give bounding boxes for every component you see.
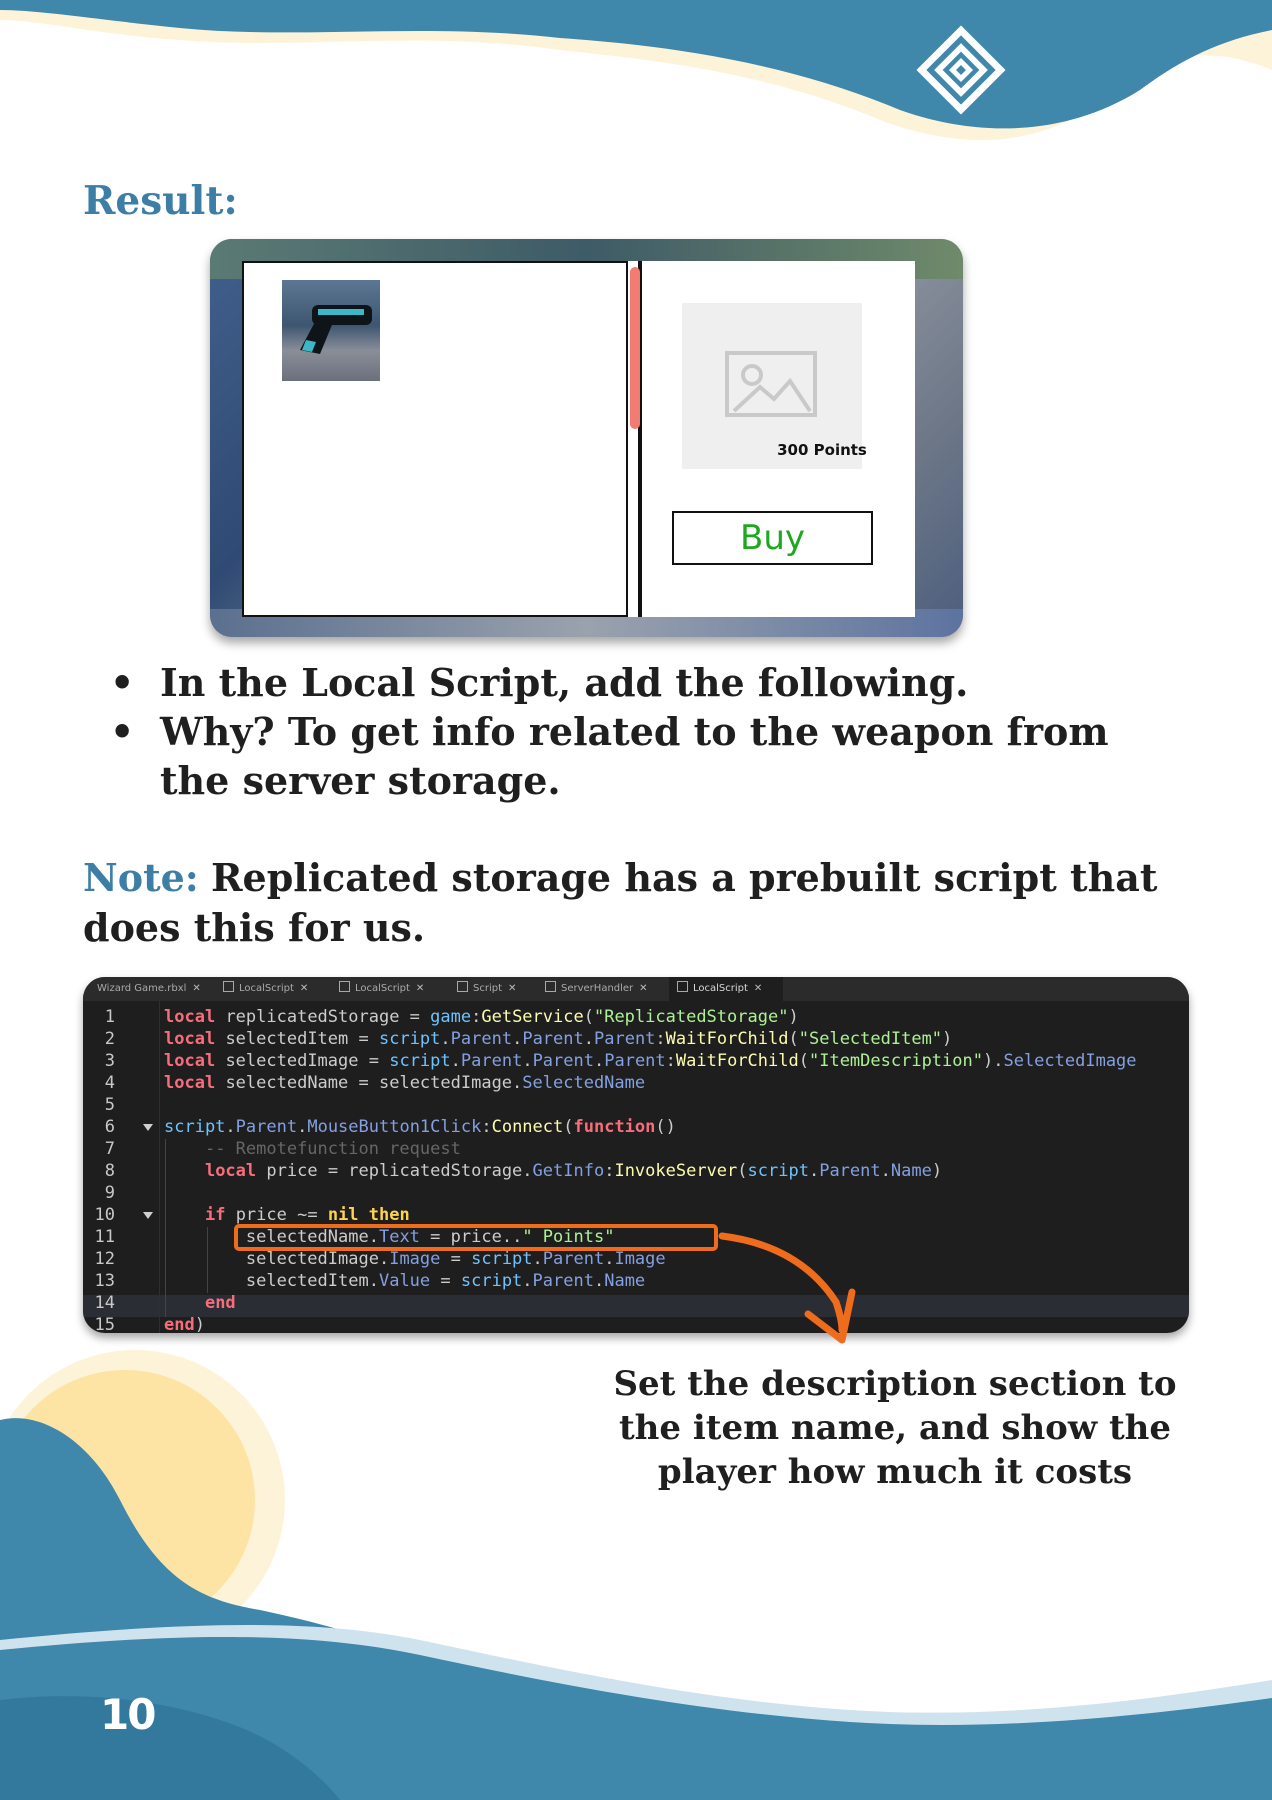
local-script-icon: [677, 981, 688, 992]
tab-label: LocalScript: [355, 983, 410, 994]
annotation-text: Set the description section to the item …: [613, 1364, 1177, 1492]
code-line[interactable]: local selectedItem = script.Parent.Paren…: [164, 1029, 952, 1049]
tab-wizard-game[interactable]: Wizard Game.rbxl ✕: [97, 977, 207, 1001]
list-scrollbar-thumb[interactable]: [630, 267, 640, 429]
weapon-thumbnail[interactable]: [282, 280, 380, 381]
line-number: 5: [104, 1095, 115, 1115]
current-line-highlight: [83, 1295, 1189, 1317]
tab-localscript-active[interactable]: LocalScript ✕: [669, 977, 783, 1001]
tab-localscript-1[interactable]: LocalScript ✕: [223, 977, 323, 1001]
bullet-item-1: • In the Local Script, add the following…: [110, 658, 1160, 707]
line-number: 7: [104, 1139, 115, 1159]
close-icon[interactable]: ✕: [192, 983, 200, 994]
line-number: 12: [94, 1249, 115, 1269]
code-line[interactable]: end): [164, 1315, 205, 1333]
shop-screenshot: 300 Points Buy: [210, 239, 963, 637]
code-line[interactable]: local selectedName = selectedImage.Selec…: [164, 1073, 645, 1093]
top-wave-blue: [0, 0, 1272, 129]
bullet-dot: •: [110, 709, 135, 754]
close-icon[interactable]: ✕: [639, 983, 647, 994]
fold-toggle-icon[interactable]: [143, 1124, 153, 1131]
line-number: 9: [104, 1183, 115, 1203]
code-line[interactable]: -- Remotefunction request: [164, 1139, 461, 1159]
result-heading: Result:: [83, 178, 238, 224]
note-label: Note:: [83, 855, 199, 900]
script-icon: [545, 981, 556, 992]
bullet-item-2: • Why? To get info related to the weapon…: [110, 707, 1160, 805]
line-number: 13: [94, 1271, 115, 1291]
line-number: 6: [104, 1117, 115, 1137]
line-number: 14: [94, 1293, 115, 1313]
tab-label: LocalScript: [239, 983, 294, 994]
tab-label: LocalScript: [693, 983, 748, 994]
line-number: 15: [94, 1315, 115, 1333]
note-text: Replicated storage has a prebuilt script…: [83, 855, 1158, 950]
code-line[interactable]: selectedImage.Image = script.Parent.Imag…: [164, 1249, 666, 1269]
line-number: 3: [104, 1051, 115, 1071]
line-number: 1: [104, 1007, 115, 1027]
code-line[interactable]: local selectedImage = script.Parent.Pare…: [164, 1051, 1137, 1071]
page-number: 10: [100, 1690, 156, 1739]
line-number: 8: [104, 1161, 115, 1181]
selected-name-price: 300 Points: [777, 441, 867, 459]
code-editor: Wizard Game.rbxl ✕ LocalScript ✕ LocalScri…: [83, 977, 1189, 1333]
tab-serverhandler[interactable]: ServerHandler ✕: [545, 977, 657, 1001]
gutter-divider: [159, 1001, 160, 1333]
line-number: 4: [104, 1073, 115, 1093]
buy-button[interactable]: Buy: [672, 511, 873, 565]
note-paragraph: Note: Replicated storage has a prebuilt …: [83, 853, 1173, 953]
code-line[interactable]: if price ~= nil then: [164, 1205, 410, 1225]
script-icon: [457, 981, 468, 992]
bullet-dot: •: [110, 660, 135, 705]
code-line[interactable]: local price = replicatedStorage.GetInfo:…: [164, 1161, 942, 1181]
editor-tab-bar: Wizard Game.rbxl ✕ LocalScript ✕ LocalScri…: [83, 977, 1189, 1001]
bullet-text: In the Local Script, add the following.: [160, 660, 969, 705]
gun-icon: [300, 305, 372, 354]
code-line[interactable]: selectedItem.Value = script.Parent.Name: [164, 1271, 645, 1291]
close-icon[interactable]: ✕: [508, 983, 516, 994]
code-line[interactable]: script.Parent.MouseButton1Click:Connect(…: [164, 1117, 676, 1137]
close-icon[interactable]: ✕: [754, 983, 762, 994]
tab-label: Script: [473, 983, 503, 994]
local-script-icon: [223, 981, 234, 992]
code-line[interactable]: local replicatedStorage = game:GetServic…: [164, 1007, 799, 1027]
close-icon[interactable]: ✕: [416, 983, 424, 994]
line-number: 11: [94, 1227, 115, 1247]
code-line[interactable]: end: [164, 1293, 236, 1313]
line-number: 10: [94, 1205, 115, 1225]
tab-label: Wizard Game.rbxl: [97, 983, 187, 994]
highlight-box: [234, 1224, 718, 1251]
tab-localscript-2[interactable]: LocalScript ✕: [339, 977, 439, 1001]
tab-label: ServerHandler: [561, 983, 634, 994]
bullet-text: Why? To get info related to the weapon f…: [160, 709, 1109, 803]
tab-script[interactable]: Script ✕: [457, 977, 527, 1001]
fold-toggle-icon[interactable]: [143, 1212, 153, 1219]
close-icon[interactable]: ✕: [300, 983, 308, 994]
local-script-icon: [339, 981, 350, 992]
line-number: 2: [104, 1029, 115, 1049]
curved-arrow-icon: [718, 1232, 856, 1344]
